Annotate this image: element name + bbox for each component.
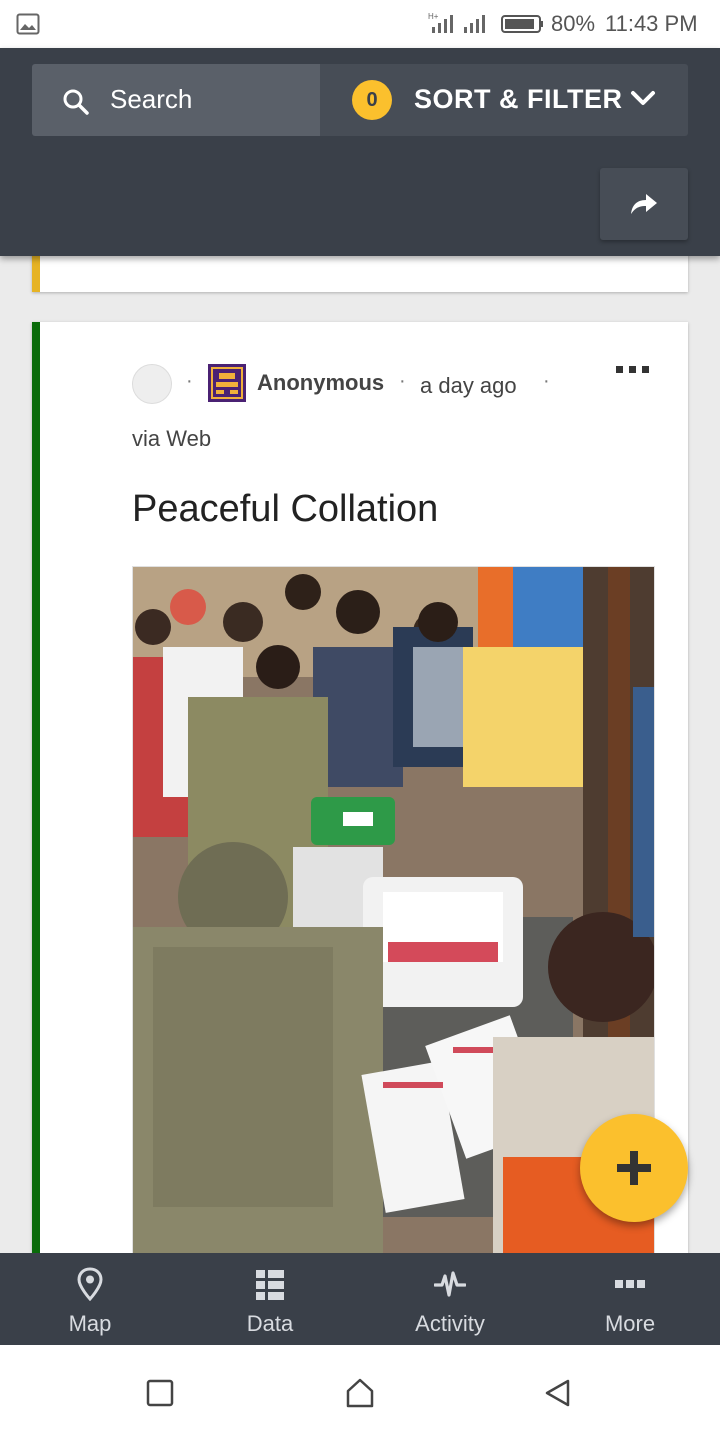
data-list-icon (256, 1270, 284, 1300)
nav-more[interactable]: More (540, 1253, 720, 1345)
post-time: a day ago (420, 373, 517, 398)
filter-count-badge: 0 (352, 80, 392, 120)
more-options-icon[interactable] (614, 360, 654, 380)
sort-filter-label: SORT & FILTER (414, 84, 623, 114)
search-input[interactable]: Search (32, 64, 320, 136)
source-avatar-icon (208, 364, 246, 402)
signal-icon: H+ (428, 12, 453, 33)
back-icon[interactable] (542, 1377, 574, 1409)
activity-icon (434, 1271, 466, 1297)
battery-percent: 80% (551, 11, 596, 36)
sort-filter-button[interactable]: 0 SORT & FILTER (320, 64, 688, 136)
post-card[interactable]: · Anonymous · a day ago · via Web Peacef… (32, 322, 688, 1262)
status-bar: H+ 80% 11:43 PM (0, 0, 720, 48)
home-icon[interactable] (344, 1377, 376, 1409)
more-icon (615, 1280, 645, 1288)
add-post-button[interactable] (580, 1114, 688, 1222)
post-image[interactable] (132, 566, 655, 1262)
nav-more-label: More (604, 1311, 656, 1336)
separator-dot: · (186, 370, 193, 392)
search-placeholder: Search (110, 84, 193, 114)
svg-text:H+: H+ (428, 12, 439, 21)
separator-dot: · (399, 370, 406, 392)
battery-icon (501, 15, 543, 33)
share-button[interactable] (600, 168, 688, 240)
share-icon (631, 194, 657, 214)
post-title: Peaceful Collation (132, 488, 439, 530)
user-avatar (132, 364, 172, 404)
nav-data[interactable]: Data (180, 1253, 360, 1345)
post-photo-graphic (133, 567, 654, 1262)
app-header: Search 0 SORT & FILTER (0, 48, 720, 256)
map-pin-icon (77, 1267, 103, 1301)
chevron-down-icon (631, 91, 655, 105)
gallery-icon (16, 13, 40, 35)
search-icon (63, 89, 89, 115)
post-source: via Web (132, 426, 212, 451)
signal-icon-2 (464, 15, 485, 33)
nav-data-label: Data (246, 1311, 294, 1336)
separator-dot: · (543, 370, 550, 392)
plus-icon (617, 1151, 651, 1185)
nav-activity-label: Activity (415, 1311, 485, 1336)
system-nav-bar (0, 1345, 720, 1440)
clock: 11:43 PM (605, 11, 698, 36)
nav-activity[interactable]: Activity (360, 1253, 540, 1345)
nav-map-label: Map (68, 1311, 112, 1336)
nav-map[interactable]: Map (0, 1253, 180, 1345)
recents-icon[interactable] (144, 1377, 176, 1409)
bottom-nav: Map Data Activity More (0, 1253, 720, 1345)
post-author[interactable]: Anonymous (257, 370, 384, 396)
